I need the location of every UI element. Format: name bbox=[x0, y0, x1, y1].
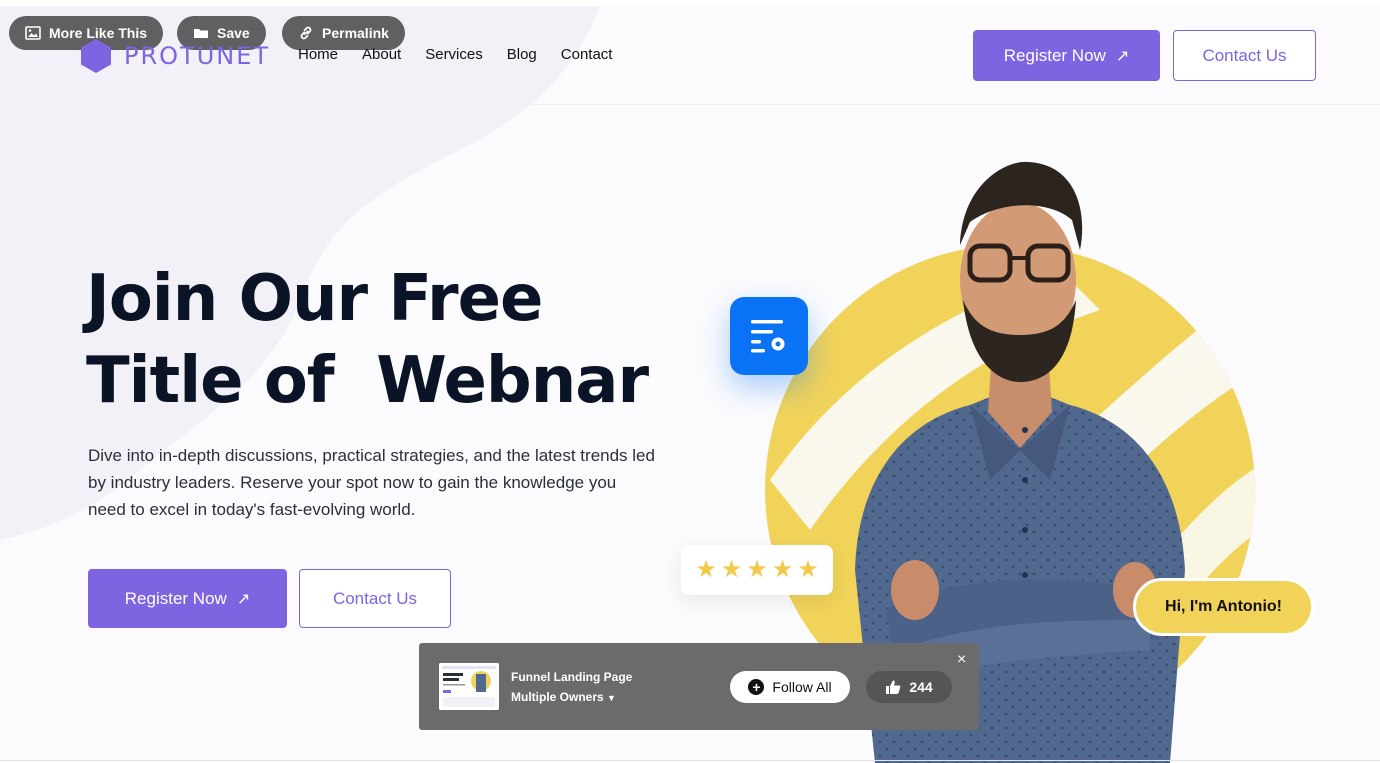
page-thumbnail[interactable] bbox=[439, 663, 499, 710]
nav-item-home[interactable]: Home bbox=[298, 46, 338, 63]
star-icon: ★ bbox=[720, 556, 743, 583]
star-icon: ★ bbox=[771, 556, 794, 583]
list-gear-icon bbox=[751, 320, 785, 353]
hero-register-label: Register Now bbox=[124, 588, 227, 608]
rating-card: ★ ★ ★ ★ ★ bbox=[681, 545, 833, 595]
thumbs-up-icon bbox=[886, 680, 901, 694]
permalink-label: Permalink bbox=[322, 25, 389, 41]
header-contact-label: Contact Us bbox=[1202, 45, 1287, 65]
owner-label: Multiple Owners bbox=[511, 690, 604, 704]
logo-text: PROTUNET bbox=[124, 42, 271, 70]
arrow-up-right-icon: ↗ bbox=[236, 590, 251, 608]
hero-contact-button[interactable]: Contact Us bbox=[299, 569, 451, 628]
main-nav: Home About Services Blog Contact bbox=[298, 46, 612, 63]
owner-dropdown[interactable]: Multiple Owners ▼ bbox=[511, 690, 616, 704]
nav-item-about[interactable]: About bbox=[362, 46, 401, 63]
header-contact-button[interactable]: Contact Us bbox=[1173, 30, 1316, 81]
star-icon: ★ bbox=[695, 556, 717, 583]
hero-title-line-2: Title of Webnar bbox=[86, 344, 649, 418]
overlay-title: Funnel Landing Page bbox=[511, 670, 633, 684]
like-count: 244 bbox=[909, 679, 933, 695]
star-icon: ★ bbox=[797, 556, 819, 583]
arrow-up-right-icon: ↗ bbox=[1115, 47, 1130, 65]
bottom-divider bbox=[0, 760, 1380, 761]
speech-bubble: Hi, I'm Antonio! bbox=[1133, 578, 1314, 636]
speech-bubble-text: Hi, I'm Antonio! bbox=[1165, 598, 1282, 615]
follow-all-button[interactable]: + Follow All bbox=[730, 671, 850, 703]
caret-down-icon: ▼ bbox=[607, 693, 616, 703]
page: More Like This Save Permalink PROTUNET H… bbox=[0, 0, 1380, 763]
header-divider bbox=[0, 104, 1380, 105]
permalink-button[interactable]: Permalink bbox=[282, 16, 405, 50]
link-icon bbox=[300, 26, 312, 40]
nav-item-blog[interactable]: Blog bbox=[507, 46, 537, 63]
plus-circle-icon: + bbox=[748, 679, 765, 695]
hero-contact-label: Contact Us bbox=[332, 588, 418, 608]
hero-register-button[interactable]: Register Now ↗ bbox=[88, 569, 287, 628]
like-button[interactable]: 244 bbox=[866, 671, 952, 703]
hexagon-logo-icon bbox=[81, 39, 111, 73]
nav-item-contact[interactable]: Contact bbox=[561, 46, 613, 63]
follow-all-label: Follow All bbox=[772, 679, 832, 695]
hero-description: Dive into in-depth discussions, practica… bbox=[88, 446, 655, 519]
header-register-button[interactable]: Register Now ↗ bbox=[973, 30, 1160, 81]
star-icon: ★ bbox=[746, 556, 768, 583]
logo[interactable]: PROTUNET bbox=[80, 38, 270, 74]
image-icon bbox=[25, 26, 41, 40]
settings-list-icon bbox=[730, 297, 808, 375]
header-register-label: Register Now bbox=[1003, 45, 1106, 65]
hero-title: Join Our Free Title of Webnar bbox=[86, 258, 706, 422]
hero-title-line-1: Join Our Free bbox=[86, 262, 543, 336]
funnel-overlay: Funnel Landing Page Multiple Owners ▼ + … bbox=[419, 643, 979, 730]
nav-item-services[interactable]: Services bbox=[425, 46, 483, 63]
close-icon[interactable]: × bbox=[957, 651, 966, 669]
